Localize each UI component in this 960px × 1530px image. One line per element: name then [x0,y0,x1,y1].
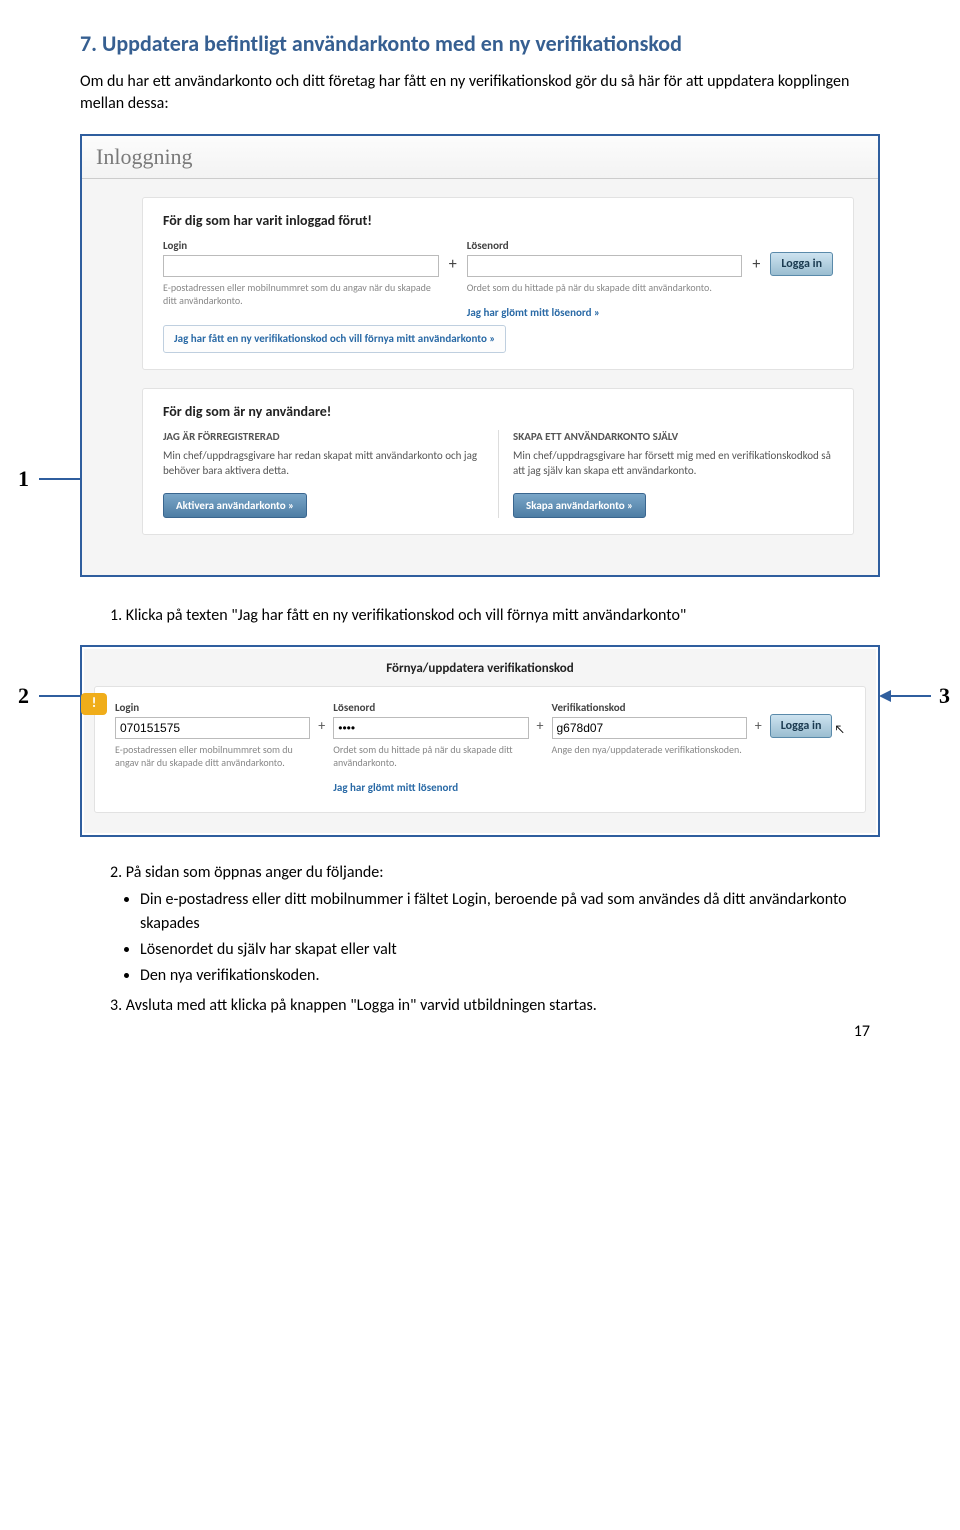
renew-login-button[interactable]: Logga in [770,714,833,738]
step-1-text: 1. Klicka på texten "Jag har fått en ny … [110,605,880,627]
renew-password-input[interactable] [333,717,528,739]
verif-code-help: Ange den nya/uppdaterade verifikationsko… [552,743,747,756]
password-input[interactable] [467,255,743,277]
callout-number-3: 3 [939,683,950,709]
callout-number-1: 1 [18,466,29,492]
login-page-title: Inloggning [82,136,878,179]
renew-password-label: Lösenord [333,701,528,714]
login-input[interactable] [163,255,439,277]
intro-text: Om du har ett användarkonto och ditt för… [80,71,880,116]
column-divider [498,430,499,518]
password-label: Lösenord [467,239,743,252]
create-account-heading: SKAPA ETT ANVÄNDARKONTO SJÄLV [513,430,833,443]
step-2-bullet-3: Den nya verifikationskoden. [140,964,880,988]
cursor-icon: ↖ [834,723,845,737]
renew-verification-text: Jag har fått en ny verifikationskod och … [174,332,495,346]
preregistered-body: Min chef/uppdragsgivare har redan skapat… [163,449,483,479]
step-2-intro: 2. På sidan som öppnas anger du följande… [110,863,880,882]
login-help: E-postadressen eller mobilnummret som du… [163,281,439,307]
callout-number-2: 2 [18,683,29,709]
plus-icon: + [449,239,457,274]
password-help: Ordet som du hittade på när du skapade d… [467,281,743,294]
plus-icon: + [752,239,760,274]
activate-account-button[interactable]: Aktivera användarkonto » [163,493,307,518]
create-account-body: Min chef/uppdragsgivare har försett mig … [513,449,833,479]
forgot-password-link[interactable]: Jag har glömt mitt lösenord » [467,306,600,319]
create-account-button[interactable]: Skapa användarkonto » [513,493,646,518]
step-2-bullet-2: Lösenordet du själv har skapat eller val… [140,938,880,962]
login-button[interactable]: Logga in [770,252,833,276]
step-3-text: 3. Avsluta med att klicka på knappen "Lo… [110,996,880,1015]
plus-icon: + [318,701,325,734]
renew-login-label: Login [115,701,310,714]
plus-icon: + [537,701,544,734]
renew-forgot-link[interactable]: Jag har glömt mitt lösenord [333,781,458,794]
renew-title: Förnya/uppdatera verifikationskod [94,655,866,686]
verif-code-label: Verifikationskod [552,701,747,714]
page-number: 17 [854,1022,870,1041]
renew-login-input[interactable] [115,717,310,739]
step-2-bullet-1: Din e-postadress eller ditt mobilnummer … [140,888,880,936]
warning-icon: ! [81,693,107,715]
returning-title: För dig som har varit inloggad förut! [163,212,833,229]
returning-user-box: För dig som har varit inloggad förut! Lo… [142,197,854,370]
step-2-bullets: Din e-postadress eller ditt mobilnummer … [140,888,880,988]
section-heading: 7. Uppdatera befintligt användarkonto me… [80,30,880,57]
renew-verification-link[interactable]: Jag har fått en ny verifikationskod och … [163,325,506,353]
new-user-box: För dig som är ny användare! JAG ÄR FÖRR… [142,388,854,535]
renew-login-help: E-postadressen eller mobilnummret som du… [115,743,310,769]
verif-code-input[interactable] [552,717,747,739]
login-label: Login [163,239,439,252]
screenshot-renew-verification: Förnya/uppdatera verifikationskod ! Logi… [80,645,880,837]
screenshot-inloggning: Inloggning För dig som har varit inlogga… [80,134,880,577]
callout-arrow-3: 3 [870,683,950,709]
preregistered-heading: JAG ÄR FÖRREGISTRERAD [163,430,483,443]
new-user-title: För dig som är ny användare! [163,403,833,420]
plus-icon: + [755,701,762,734]
renew-password-help: Ordet som du hittade på när du skapade d… [333,743,528,769]
